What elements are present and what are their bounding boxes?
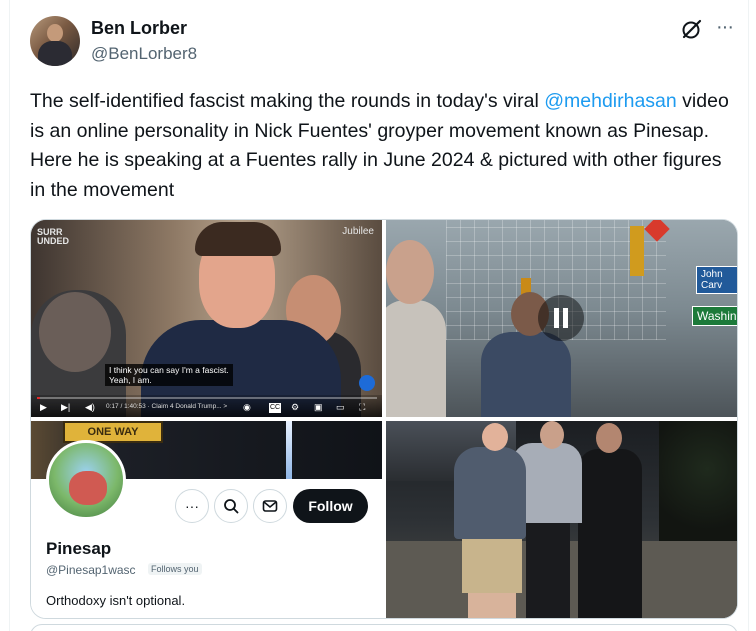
interviewer-head [39,292,111,372]
channel-logo-left: SURR UNDED [37,227,70,246]
column-divider-right [748,0,749,631]
channel-badge-icon [359,375,375,391]
video-caption: I think you can say I'm a fascist. Yeah,… [105,364,233,386]
media-grid: SURR UNDED Jubilee I think you can say I… [30,219,738,619]
video-tile-2[interactable]: John Carv Washing [386,220,737,417]
author-handle[interactable]: @BenLorber8 [91,44,197,64]
captions-icon[interactable]: CC [269,403,282,413]
profile-more-button[interactable]: ··· [175,489,209,523]
person-left-calves [468,591,516,618]
traffic-light-1 [630,226,644,276]
person-left-shorts [462,533,522,593]
tree-silhouette [659,421,737,541]
miniplayer-icon[interactable]: ▣ [314,402,323,412]
grok-icon[interactable] [680,17,704,41]
avatar-head [47,24,63,42]
theater-mode-icon[interactable]: ▭ [336,402,345,412]
skip-next-icon[interactable]: ▶| [61,402,70,412]
video-controls: ▶ ▶| ◀) 0:17 / 1:40:53 · Claim 4 Donald … [31,395,382,417]
mail-icon [262,500,278,512]
profile-message-button[interactable] [253,489,287,523]
profile-handle: @Pinesap1wasc [46,563,136,577]
person-right-body [578,449,642,618]
play-icon[interactable]: ▶ [40,402,47,412]
man-left-body [386,300,446,417]
video-tile-1[interactable]: SURR UNDED Jubilee I think you can say I… [31,220,382,417]
person-right-head [596,423,622,453]
author-avatar[interactable] [30,16,80,66]
settings-gear-icon[interactable]: ⚙ [291,402,299,412]
follows-you-badge: Follows you [148,563,202,575]
follow-button[interactable]: Follow [293,489,368,523]
pause-bar-right [563,308,568,328]
street-sign-2: Washing [692,306,737,326]
street-sign-1: John Carv [696,266,737,294]
channel-logo-right: Jubilee [342,226,374,237]
pause-icon[interactable] [538,295,584,341]
author-display-name[interactable]: Ben Lorber [91,18,187,39]
profile-search-button[interactable] [214,489,248,523]
person-middle-head [540,421,564,449]
avatar-body [38,41,72,66]
search-icon [224,499,239,514]
profile-avatar [46,440,126,520]
autoplay-toggle-icon[interactable]: ◉ [243,402,251,412]
tweet-text: The self-identified fascist making the r… [30,87,730,205]
man-left-head [386,240,434,304]
walker-body [481,332,571,417]
video-progress-bar[interactable] [37,397,377,399]
video-timecode: 0:17 / 1:40:53 · Claim 4 Donald Trump...… [106,403,228,410]
person-middle-legs [526,521,570,618]
profile-bio: Orthodoxy isn't optional. [46,593,186,608]
profile-name: Pinesap [46,539,112,558]
person-left-head [482,423,508,451]
volume-icon[interactable]: ◀) [85,402,95,412]
mention-link[interactable]: @mehdirhasan [544,90,677,112]
tweet-text-part-1: The self-identified fascist making the r… [30,90,545,112]
next-card-edge [30,624,738,631]
fullscreen-icon[interactable]: ⛶ [359,402,365,412]
speaker-hair [195,222,281,256]
group-photo[interactable] [386,421,737,618]
column-divider-left [9,0,10,631]
banner-light [286,421,292,479]
person-left-body [454,447,526,539]
profile-card-image[interactable]: ONE WAY ··· Follow Pinesap @Pinesap1wasc… [31,421,382,618]
frog-avatar-icon [69,471,107,505]
video-progress-fill [37,397,41,399]
pause-bar-left [554,308,559,328]
